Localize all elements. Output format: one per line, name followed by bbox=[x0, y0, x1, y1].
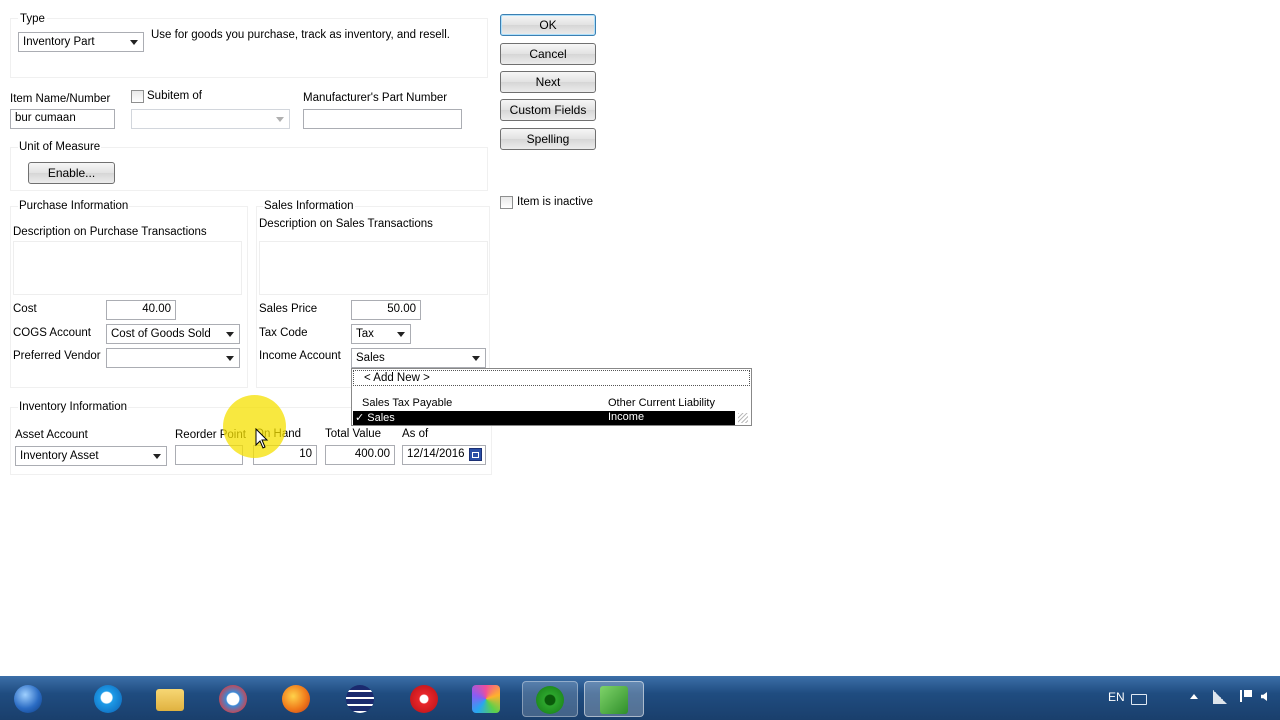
unit-of-measure-label: Unit of Measure bbox=[18, 141, 102, 153]
income-account-label: Income Account bbox=[259, 350, 341, 362]
tax-code-select[interactable]: Tax bbox=[351, 324, 411, 344]
total-value-input[interactable]: 400.00 bbox=[325, 445, 395, 465]
sales-price-label: Sales Price bbox=[259, 303, 318, 315]
cancel-button[interactable]: Cancel bbox=[500, 43, 596, 65]
internet-explorer-icon[interactable] bbox=[88, 681, 128, 717]
sales-price-input[interactable]: 50.00 bbox=[351, 300, 421, 320]
mouse-pointer-icon bbox=[255, 428, 269, 449]
type-description: Use for goods you purchase, track as inv… bbox=[151, 29, 450, 41]
income-account-dropdown: < Add New > Sales Tax Payable Other Curr… bbox=[351, 368, 752, 426]
chevron-down-icon bbox=[273, 113, 287, 126]
cogs-label: COGS Account bbox=[13, 327, 91, 339]
item-name-input[interactable]: bur cumaan bbox=[10, 109, 115, 129]
type-label: Type bbox=[18, 13, 47, 25]
subitem-checkbox[interactable] bbox=[131, 90, 144, 103]
browser-swirl-icon[interactable] bbox=[213, 681, 253, 717]
cost-label: Cost bbox=[13, 303, 37, 315]
resize-grip-icon[interactable] bbox=[738, 413, 748, 423]
tax-code-label: Tax Code bbox=[259, 327, 308, 339]
chevron-down-icon bbox=[394, 328, 408, 341]
purchase-desc-label: Description on Purchase Transactions bbox=[13, 226, 207, 238]
cogs-select[interactable]: Cost of Goods Sold bbox=[106, 324, 240, 344]
add-new-option[interactable]: < Add New > bbox=[353, 370, 750, 386]
mpn-input[interactable] bbox=[303, 109, 462, 129]
option-type: Other Current Liability bbox=[608, 397, 715, 409]
cogs-value: Cost of Goods Sold bbox=[111, 328, 211, 340]
as-of-label: As of bbox=[402, 428, 429, 440]
purchase-desc-textarea[interactable] bbox=[13, 241, 242, 295]
subitem-select[interactable] bbox=[131, 109, 290, 129]
show-hidden-icons-icon[interactable] bbox=[1190, 694, 1198, 699]
windows-taskbar: EN bbox=[0, 676, 1280, 720]
subitem-label: Subitem of bbox=[147, 90, 202, 102]
next-button[interactable]: Next bbox=[500, 71, 596, 93]
sales-desc-label: Description on Sales Transactions bbox=[259, 218, 433, 230]
as-of-value: 12/14/2016 bbox=[407, 448, 465, 460]
item-inactive-checkbox[interactable] bbox=[500, 196, 513, 209]
keyboard-icon[interactable] bbox=[1131, 694, 1147, 705]
quickbooks-icon[interactable] bbox=[522, 681, 578, 717]
sales-desc-textarea[interactable] bbox=[259, 241, 488, 295]
add-new-label: < Add New > bbox=[364, 372, 430, 384]
cost-input[interactable]: 40.00 bbox=[106, 300, 176, 320]
total-value-label: Total Value bbox=[325, 428, 382, 440]
chevron-down-icon bbox=[223, 352, 237, 365]
asset-account-label: Asset Account bbox=[15, 429, 88, 441]
spreadsheet-icon[interactable] bbox=[584, 681, 644, 717]
custom-fields-button[interactable]: Custom Fields bbox=[500, 99, 596, 121]
spelling-button[interactable]: Spelling bbox=[500, 128, 596, 150]
calendar-icon[interactable] bbox=[469, 448, 482, 461]
ok-button[interactable]: OK bbox=[500, 14, 596, 36]
chevron-down-icon bbox=[150, 450, 164, 463]
asset-account-select[interactable]: Inventory Asset bbox=[15, 446, 167, 466]
sales-title: Sales Information bbox=[263, 200, 355, 212]
mpn-label: Manufacturer's Part Number bbox=[303, 92, 448, 104]
volume-icon[interactable] bbox=[1261, 692, 1267, 701]
item-name-label: Item Name/Number bbox=[10, 93, 111, 105]
chevron-down-icon bbox=[223, 328, 237, 341]
option-name: Sales Tax Payable bbox=[362, 397, 453, 409]
firefox-icon[interactable] bbox=[276, 681, 316, 717]
start-orb-icon[interactable] bbox=[6, 681, 50, 717]
flag-icon[interactable] bbox=[1240, 690, 1252, 702]
asset-account-value: Inventory Asset bbox=[20, 450, 99, 462]
income-account-value: Sales bbox=[356, 352, 385, 364]
yandex-icon[interactable] bbox=[404, 681, 444, 717]
language-indicator[interactable]: EN bbox=[1108, 690, 1125, 704]
tax-code-value: Tax bbox=[356, 328, 374, 340]
inventory-title: Inventory Information bbox=[18, 401, 129, 413]
media-player-icon[interactable] bbox=[340, 681, 380, 717]
file-explorer-icon[interactable] bbox=[150, 681, 190, 717]
income-account-select[interactable]: Sales bbox=[351, 348, 486, 368]
item-inactive-label: Item is inactive bbox=[517, 196, 594, 208]
network-icon[interactable] bbox=[1213, 690, 1227, 704]
preferred-vendor-label: Preferred Vendor bbox=[13, 350, 101, 362]
preferred-vendor-select[interactable] bbox=[106, 348, 240, 368]
chevron-down-icon bbox=[469, 352, 483, 365]
type-value: Inventory Part bbox=[23, 36, 95, 48]
dropdown-option[interactable]: Sales Tax Payable Other Current Liabilit… bbox=[353, 397, 735, 411]
option-type: Income bbox=[608, 411, 645, 423]
type-select[interactable]: Inventory Part bbox=[18, 32, 144, 52]
dropdown-option-selected[interactable]: ✓ Sales Income bbox=[353, 411, 735, 425]
pinwheel-app-icon[interactable] bbox=[466, 681, 506, 717]
purchase-title: Purchase Information bbox=[18, 200, 130, 212]
option-name: ✓ Sales bbox=[355, 412, 395, 424]
enable-uom-button[interactable]: Enable... bbox=[28, 162, 115, 184]
chevron-down-icon bbox=[127, 36, 141, 49]
